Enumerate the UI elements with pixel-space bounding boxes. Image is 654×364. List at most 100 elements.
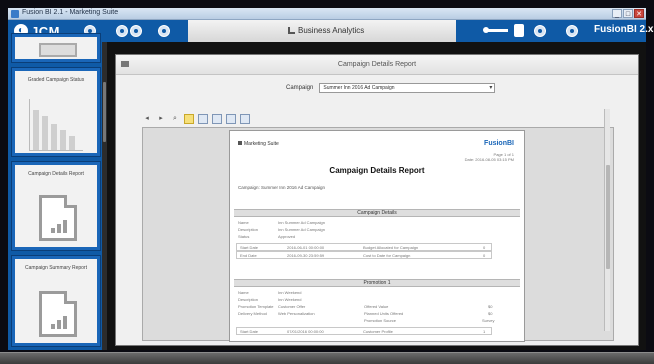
panel-title: Campaign Details Report [337,61,417,68]
detail-value: Inn Summer Ad Campaign [278,227,325,232]
detail-key: Status [238,234,250,239]
report-title: Campaign Details Report [329,166,425,175]
date-key: Start Date [240,245,259,250]
budget-key: Budget Allocated for Campaign [363,245,419,250]
report-document-icon [39,291,77,337]
date-value: 2016-06-01 00:00:00 [287,245,325,250]
export-excel-icon[interactable] [212,114,222,124]
cost-value: 0 [483,253,486,258]
campaign-dropdown[interactable]: Summer Inn 2016 Ad Campaign ▾ [319,83,496,93]
promo-row: Offered Value $0 [364,303,504,310]
cost-key: Cost to Date for Campaign [363,253,411,258]
maximize-button[interactable]: □ [623,9,633,18]
detail-row: Description Inn Summer Ad Campaign [238,226,378,233]
forward-icon[interactable] [130,25,142,37]
print-icon[interactable] [240,114,250,124]
promo-value: Inn Weekend [278,290,302,295]
profile-value: 1 [483,329,486,334]
report-date: Date: 2016-08-05 03:15 PM [464,157,514,162]
module-title: Business Analytics [288,26,364,35]
settings-icon[interactable] [158,25,170,37]
sidebar-card-label: Graded Campaign Status [27,77,85,83]
promo-key: Description [238,297,259,302]
section-promotion: Promotion 1 [234,279,520,287]
report-sidebar: Graded Campaign Status Campaign Details … [8,34,103,350]
app-icon [11,10,19,18]
date-value: 2016-09-30 23:59:59 [287,253,325,258]
date-key: End Date [240,253,257,258]
profile-key: Customer Profile [363,329,393,334]
report-page: Marketing Suite FusionBI Page 1 of 1 Dat… [229,130,525,342]
back-icon[interactable] [116,25,128,37]
campaign-filter: Campaign Summer Inn 2016 Ad Campaign ▾ [286,83,496,93]
sidebar-card-label: Campaign Summary Report [25,265,87,271]
sidebar-card-label: Campaign Details Report [28,171,84,177]
promo-value: Customer Offer [278,304,306,309]
promo-row: Promotion Template Customer Offer [238,303,358,310]
promo-key: Name [238,290,249,295]
promo-row: Name Inn Weekend [238,289,358,296]
bar-chart-icon [29,99,83,151]
section-campaign-details: Campaign Details [234,209,520,217]
promo-value: Survey [482,318,495,323]
promo-value: $0 [488,311,493,316]
promo-date-row: Start Date 07/01/2016 00:00:00 Customer … [236,327,492,335]
top-navigation-bar: ◐ JCM Business Analytics FusionBI 2.x [8,20,653,42]
promo-row: Planned Units Offered $0 [364,310,504,317]
promo-value: Inn Weekend [278,297,302,302]
export-word-icon[interactable] [226,114,236,124]
campaign-dropdown-value: Summer Inn 2016 Ad Campaign [323,85,395,91]
sidebar-card-details-report[interactable]: Campaign Details Report [12,162,100,250]
brand-label: FusionBI 2.x [594,24,654,35]
status-bar [0,352,654,364]
close-button[interactable]: ✕ [634,9,644,18]
highlight-icon[interactable] [184,114,194,124]
device-icon[interactable] [514,24,524,37]
date-row: End Date 2016-09-30 23:59:59 Cost to Dat… [236,251,492,259]
report-brand-text: Marketing Suite [244,141,279,147]
promo-key: Offered Value [364,304,389,309]
detail-row: Name Inn Summer Ad Campaign [238,219,378,226]
brand-icon [238,141,242,145]
promo-row: Delivery Method Web Personalization [238,310,358,317]
module-title-text: Business Analytics [298,26,365,35]
promo-date-value: 07/01/2016 00:00:00 [287,329,324,334]
sidebar-card-graded-status[interactable]: Graded Campaign Status [12,68,100,156]
thumbnail-icon [39,43,77,57]
detail-key: Name [238,220,249,225]
panel-header: Campaign Details Report [116,55,638,75]
main-content: Campaign Details Report Campaign Summer … [107,42,646,350]
minimize-button[interactable]: _ [612,9,622,18]
detail-value: Inn Summer Ad Campaign [278,220,325,225]
report-brand: Marketing Suite [238,141,279,147]
viewer-scrollbar[interactable] [604,109,610,331]
window-title: Fusion BI 2.1 - Marketing Suite [22,9,119,16]
prev-page-button[interactable]: ◂ [142,114,152,124]
report-toolbar: ◂ ▸ ⌕ [142,113,254,125]
promo-value: Web Personalization [278,311,315,316]
report-viewer: Marketing Suite FusionBI Page 1 of 1 Dat… [142,127,614,342]
find-button[interactable]: ⌕ [170,114,180,124]
campaign-label: Campaign [286,85,314,91]
sidebar-card-top[interactable] [12,34,100,62]
promo-value: $0 [488,304,493,309]
promo-key: Planned Units Offered [364,311,404,316]
promo-key: Promotion Template [238,304,274,309]
promo-key: Promotion Source [364,318,397,323]
date-row: Start Date 2016-06-01 00:00:00 Budget Al… [236,243,492,251]
detail-row: Status Approved [238,233,378,240]
sidebar-card-summary-report[interactable]: Campaign Summary Report [12,256,100,346]
detail-key: Description [238,227,259,232]
zoom-slider[interactable] [483,27,508,33]
budget-value: 0 [483,245,486,250]
detail-value: Approved [278,234,296,239]
next-page-button[interactable]: ▸ [156,114,166,124]
window-title-bar: Fusion BI 2.1 - Marketing Suite _ □ ✕ [8,8,646,20]
chevron-down-icon: ▾ [489,85,493,91]
user-icon[interactable] [566,25,578,37]
help-icon[interactable] [534,25,546,37]
export-pdf-icon[interactable] [198,114,208,124]
promo-row: Promotion Source Survey [364,317,504,324]
report-panel: Campaign Details Report Campaign Summer … [115,54,639,346]
promo-row: Description Inn Weekend [238,296,358,303]
